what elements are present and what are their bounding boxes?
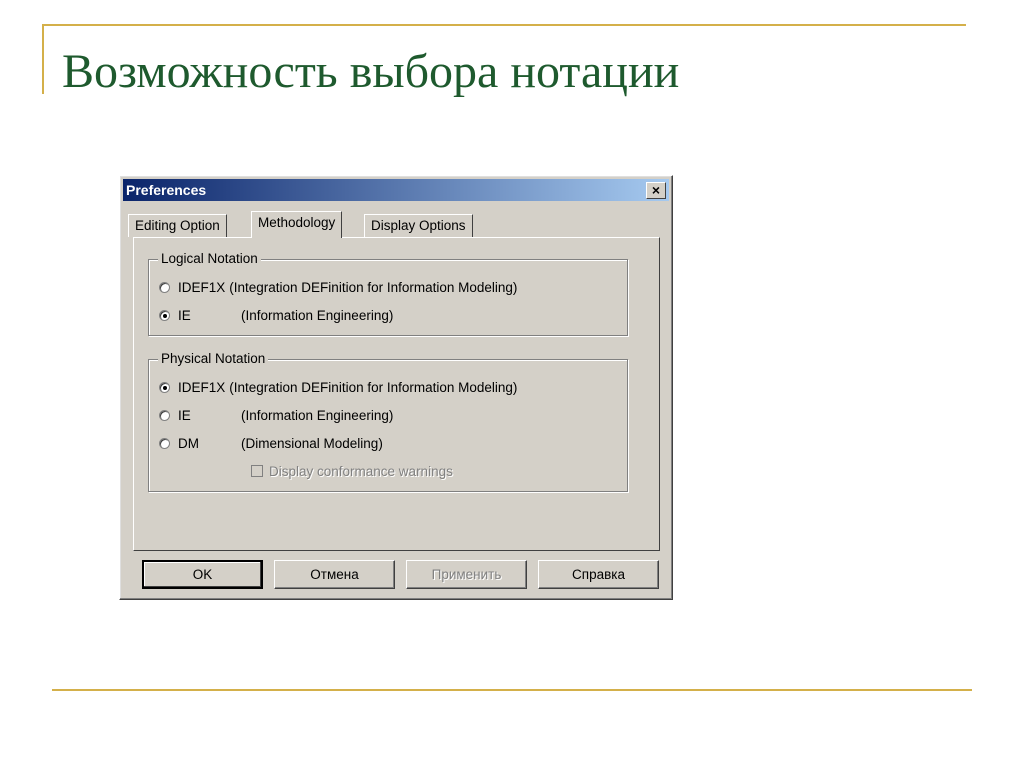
dialog-title: Preferences	[126, 182, 207, 198]
logical-idef1x-code: IDEF1X	[178, 279, 226, 295]
physical-notation-group: Physical Notation IDEF1X (Integration DE…	[148, 351, 628, 492]
ok-button[interactable]: OK	[142, 560, 263, 589]
tab-methodology[interactable]: Methodology	[251, 211, 343, 238]
physical-dm-description: (Dimensional Modeling)	[241, 435, 383, 451]
physical-idef1x-radio[interactable]	[159, 381, 170, 393]
slide-bottom-rule	[52, 689, 972, 691]
physical-notation-label: Physical Notation	[158, 351, 269, 366]
logical-ie-option[interactable]: IE (Information Engineering)	[159, 306, 599, 324]
physical-ie-option[interactable]: IE (Information Engineering)	[159, 406, 599, 424]
physical-dm-option[interactable]: DM (Dimensional Modeling)	[159, 434, 599, 452]
physical-ie-code: IE	[178, 407, 191, 423]
methodology-panel: Logical Notation IDEF1X (Integration DEF…	[133, 237, 660, 551]
logical-idef1x-radio[interactable]	[159, 281, 170, 293]
physical-ie-description: (Information Engineering)	[241, 407, 394, 423]
apply-button[interactable]: Применить	[406, 560, 527, 589]
physical-idef1x-code: IDEF1X	[178, 379, 226, 395]
slide-left-rule	[42, 24, 44, 94]
slide-title: Возможность выбора нотации	[62, 45, 680, 98]
slide-top-rule	[42, 24, 966, 26]
logical-ie-radio[interactable]	[159, 309, 170, 321]
logical-idef1x-description: (Integration DEFinition for Information …	[229, 279, 518, 295]
tab-display-options[interactable]: Display Options	[364, 214, 473, 237]
logical-ie-description: (Information Engineering)	[241, 307, 394, 323]
physical-idef1x-description: (Integration DEFinition for Information …	[229, 379, 518, 395]
physical-idef1x-option[interactable]: IDEF1X (Integration DEFinition for Infor…	[159, 378, 517, 396]
conformance-warnings-checkbox[interactable]	[251, 465, 263, 477]
logical-notation-group: Logical Notation IDEF1X (Integration DEF…	[148, 251, 628, 336]
preferences-dialog: Preferences × Editing Option Methodology…	[119, 175, 673, 600]
logical-notation-label: Logical Notation	[158, 251, 261, 266]
physical-dm-code: DM	[178, 435, 199, 451]
physical-ie-radio[interactable]	[159, 409, 170, 421]
help-button[interactable]: Справка	[538, 560, 659, 589]
logical-idef1x-option[interactable]: IDEF1X (Integration DEFinition for Infor…	[159, 278, 517, 296]
cancel-button[interactable]: Отмена	[274, 560, 395, 589]
close-icon[interactable]: ×	[646, 182, 666, 199]
logical-ie-code: IE	[178, 307, 191, 323]
tab-editing-option[interactable]: Editing Option	[128, 214, 227, 237]
conformance-warnings-option[interactable]: Display conformance warnings	[251, 462, 453, 480]
physical-dm-radio[interactable]	[159, 437, 170, 449]
dialog-titlebar[interactable]: Preferences ×	[123, 179, 669, 201]
conformance-warnings-label: Display conformance warnings	[269, 463, 453, 479]
